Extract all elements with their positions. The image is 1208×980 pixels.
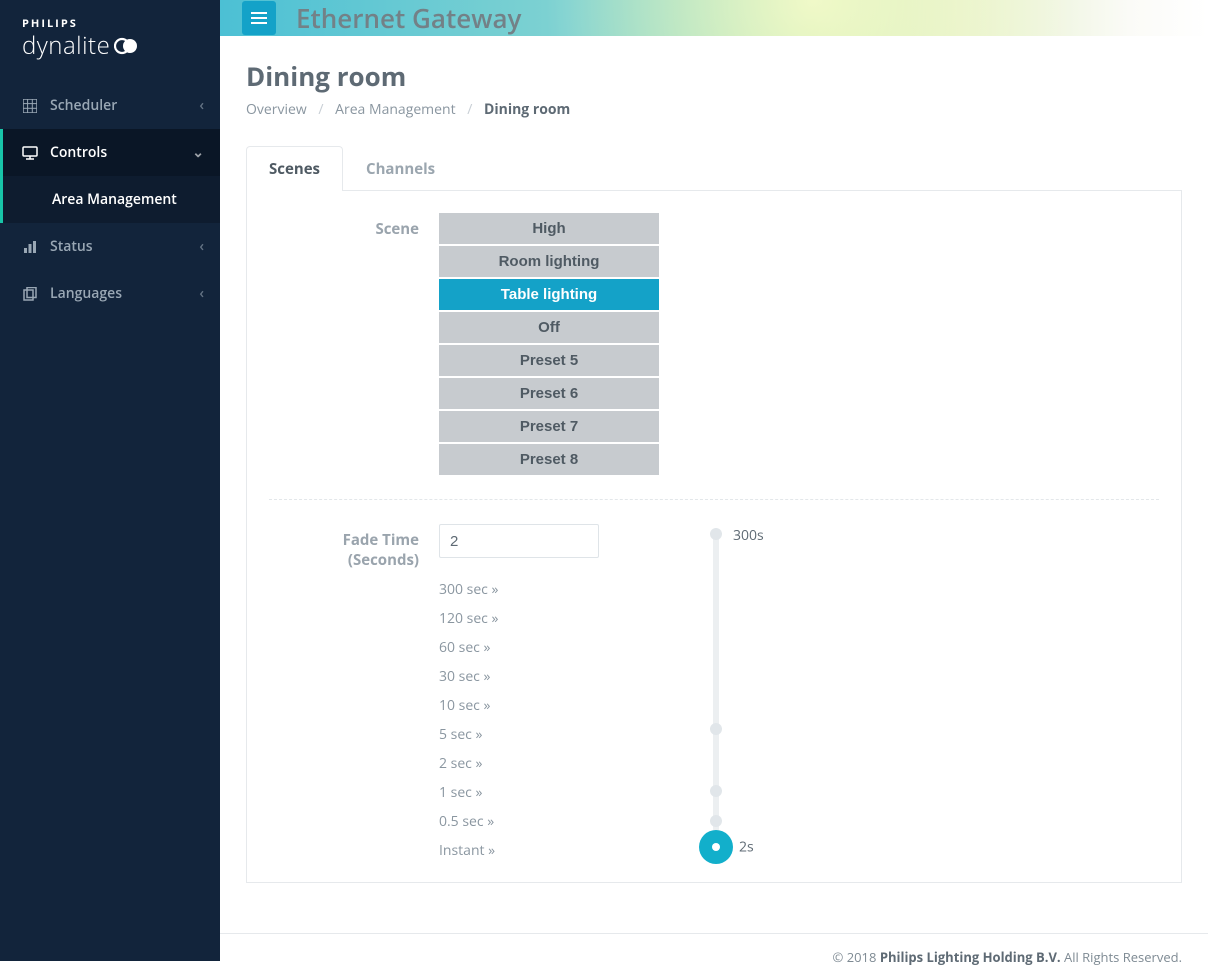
scene-button[interactable]: Preset 7	[439, 411, 659, 442]
topbar: Ethernet Gateway	[220, 0, 1208, 36]
fade-quick-link[interactable]: 300 sec »	[439, 580, 599, 599]
brand: PHILIPS dynalite	[0, 0, 220, 82]
sidebar-subnav-controls: Area Management	[0, 176, 220, 223]
fade-quick-link[interactable]: 120 sec »	[439, 609, 599, 628]
slider-top-label: 300s	[733, 526, 764, 545]
fade-time-input[interactable]	[439, 524, 599, 558]
slider-tick	[710, 723, 722, 735]
sidebar-item-area-management[interactable]: Area Management	[0, 176, 220, 223]
page-title: Dining room	[246, 58, 1182, 94]
divider	[269, 499, 1159, 500]
sidebar-item-label: Status	[50, 237, 93, 256]
fade-quick-link[interactable]: 0.5 sec »	[439, 812, 599, 831]
scene-section: Scene HighRoom lightingTable lightingOff…	[269, 213, 1159, 499]
fade-quick-link[interactable]: 30 sec »	[439, 667, 599, 686]
bar-chart-icon	[22, 240, 38, 254]
panel-scenes: Scene HighRoom lightingTable lightingOff…	[246, 191, 1182, 883]
tab-channels[interactable]: Channels	[343, 146, 458, 191]
tabs: Scenes Channels	[246, 145, 1182, 191]
scene-button[interactable]: Preset 5	[439, 345, 659, 376]
breadcrumb-current: Dining room	[484, 100, 570, 119]
main: Ethernet Gateway Dining room Overview / …	[220, 0, 1208, 961]
sidebar-item-status[interactable]: Status ‹	[0, 223, 220, 270]
hamburger-icon	[251, 11, 267, 25]
sidebar-item-scheduler[interactable]: Scheduler ‹	[0, 82, 220, 129]
fade-quick-link[interactable]: Instant »	[439, 841, 599, 860]
slider-tick	[710, 815, 722, 827]
scene-button[interactable]: High	[439, 213, 659, 244]
sidebar-item-controls[interactable]: Controls ⌄ Area Management	[0, 129, 220, 223]
sidebar-item-label: Languages	[50, 284, 122, 303]
fade-quick-link[interactable]: 60 sec »	[439, 638, 599, 657]
app-title: Ethernet Gateway	[296, 0, 521, 36]
chevron-left-icon: ‹	[199, 237, 204, 256]
fade-section: Fade Time (Seconds) 300 sec » 120 sec » 60…	[269, 524, 1159, 860]
scene-button[interactable]: Off	[439, 312, 659, 343]
content: Dining room Overview / Area Management /…	[220, 36, 1208, 933]
fade-quick-link[interactable]: 5 sec »	[439, 725, 599, 744]
slider-tick	[710, 528, 722, 540]
sidebar-item-label: Scheduler	[50, 96, 117, 115]
sidebar-item-label: Area Management	[52, 190, 177, 209]
chevron-left-icon: ‹	[199, 284, 204, 303]
slider-handle-label: 2s	[739, 838, 754, 857]
fade-label: Fade Time (Seconds)	[269, 524, 419, 570]
sidebar: PHILIPS dynalite Scheduler ‹ Controls ⌄ …	[0, 0, 220, 961]
chevron-down-icon: ⌄	[192, 143, 204, 162]
brand-logo-icon	[114, 37, 138, 55]
fade-slider[interactable]: 300s 2s	[699, 524, 759, 854]
breadcrumb: Overview / Area Management / Dining room	[246, 100, 1182, 119]
breadcrumb-area-management[interactable]: Area Management	[335, 100, 455, 119]
grid-icon	[22, 99, 38, 113]
scene-button-group: HighRoom lightingTable lightingOffPreset…	[439, 213, 659, 475]
copy-icon	[22, 287, 38, 301]
brand-line2: dynalite	[22, 29, 198, 62]
slider-tick	[710, 785, 722, 797]
fade-quick-links: 300 sec » 120 sec » 60 sec » 30 sec » 10 sec…	[439, 580, 599, 860]
sidebar-item-label: Controls	[50, 143, 107, 162]
footer: © 2018 Philips Lighting Holding B.V. All…	[220, 933, 1208, 980]
scene-button[interactable]: Table lighting	[439, 279, 659, 310]
scene-button[interactable]: Room lighting	[439, 246, 659, 277]
scene-button[interactable]: Preset 6	[439, 378, 659, 409]
footer-company: Philips Lighting Holding B.V.	[880, 948, 1061, 966]
tab-scenes[interactable]: Scenes	[246, 146, 343, 191]
fade-quick-link[interactable]: 1 sec »	[439, 783, 599, 802]
sidebar-nav: Scheduler ‹ Controls ⌄ Area Management S…	[0, 82, 220, 317]
chevron-left-icon: ‹	[199, 96, 204, 115]
scene-button[interactable]: Preset 8	[439, 444, 659, 475]
fade-quick-link[interactable]: 10 sec »	[439, 696, 599, 715]
breadcrumb-overview[interactable]: Overview	[246, 100, 307, 119]
menu-toggle-button[interactable]	[242, 1, 276, 35]
fade-quick-link[interactable]: 2 sec »	[439, 754, 599, 773]
scene-label: Scene	[269, 213, 419, 475]
monitor-icon	[22, 146, 38, 160]
sidebar-item-languages[interactable]: Languages ‹	[0, 270, 220, 317]
slider-handle[interactable]	[699, 830, 733, 864]
